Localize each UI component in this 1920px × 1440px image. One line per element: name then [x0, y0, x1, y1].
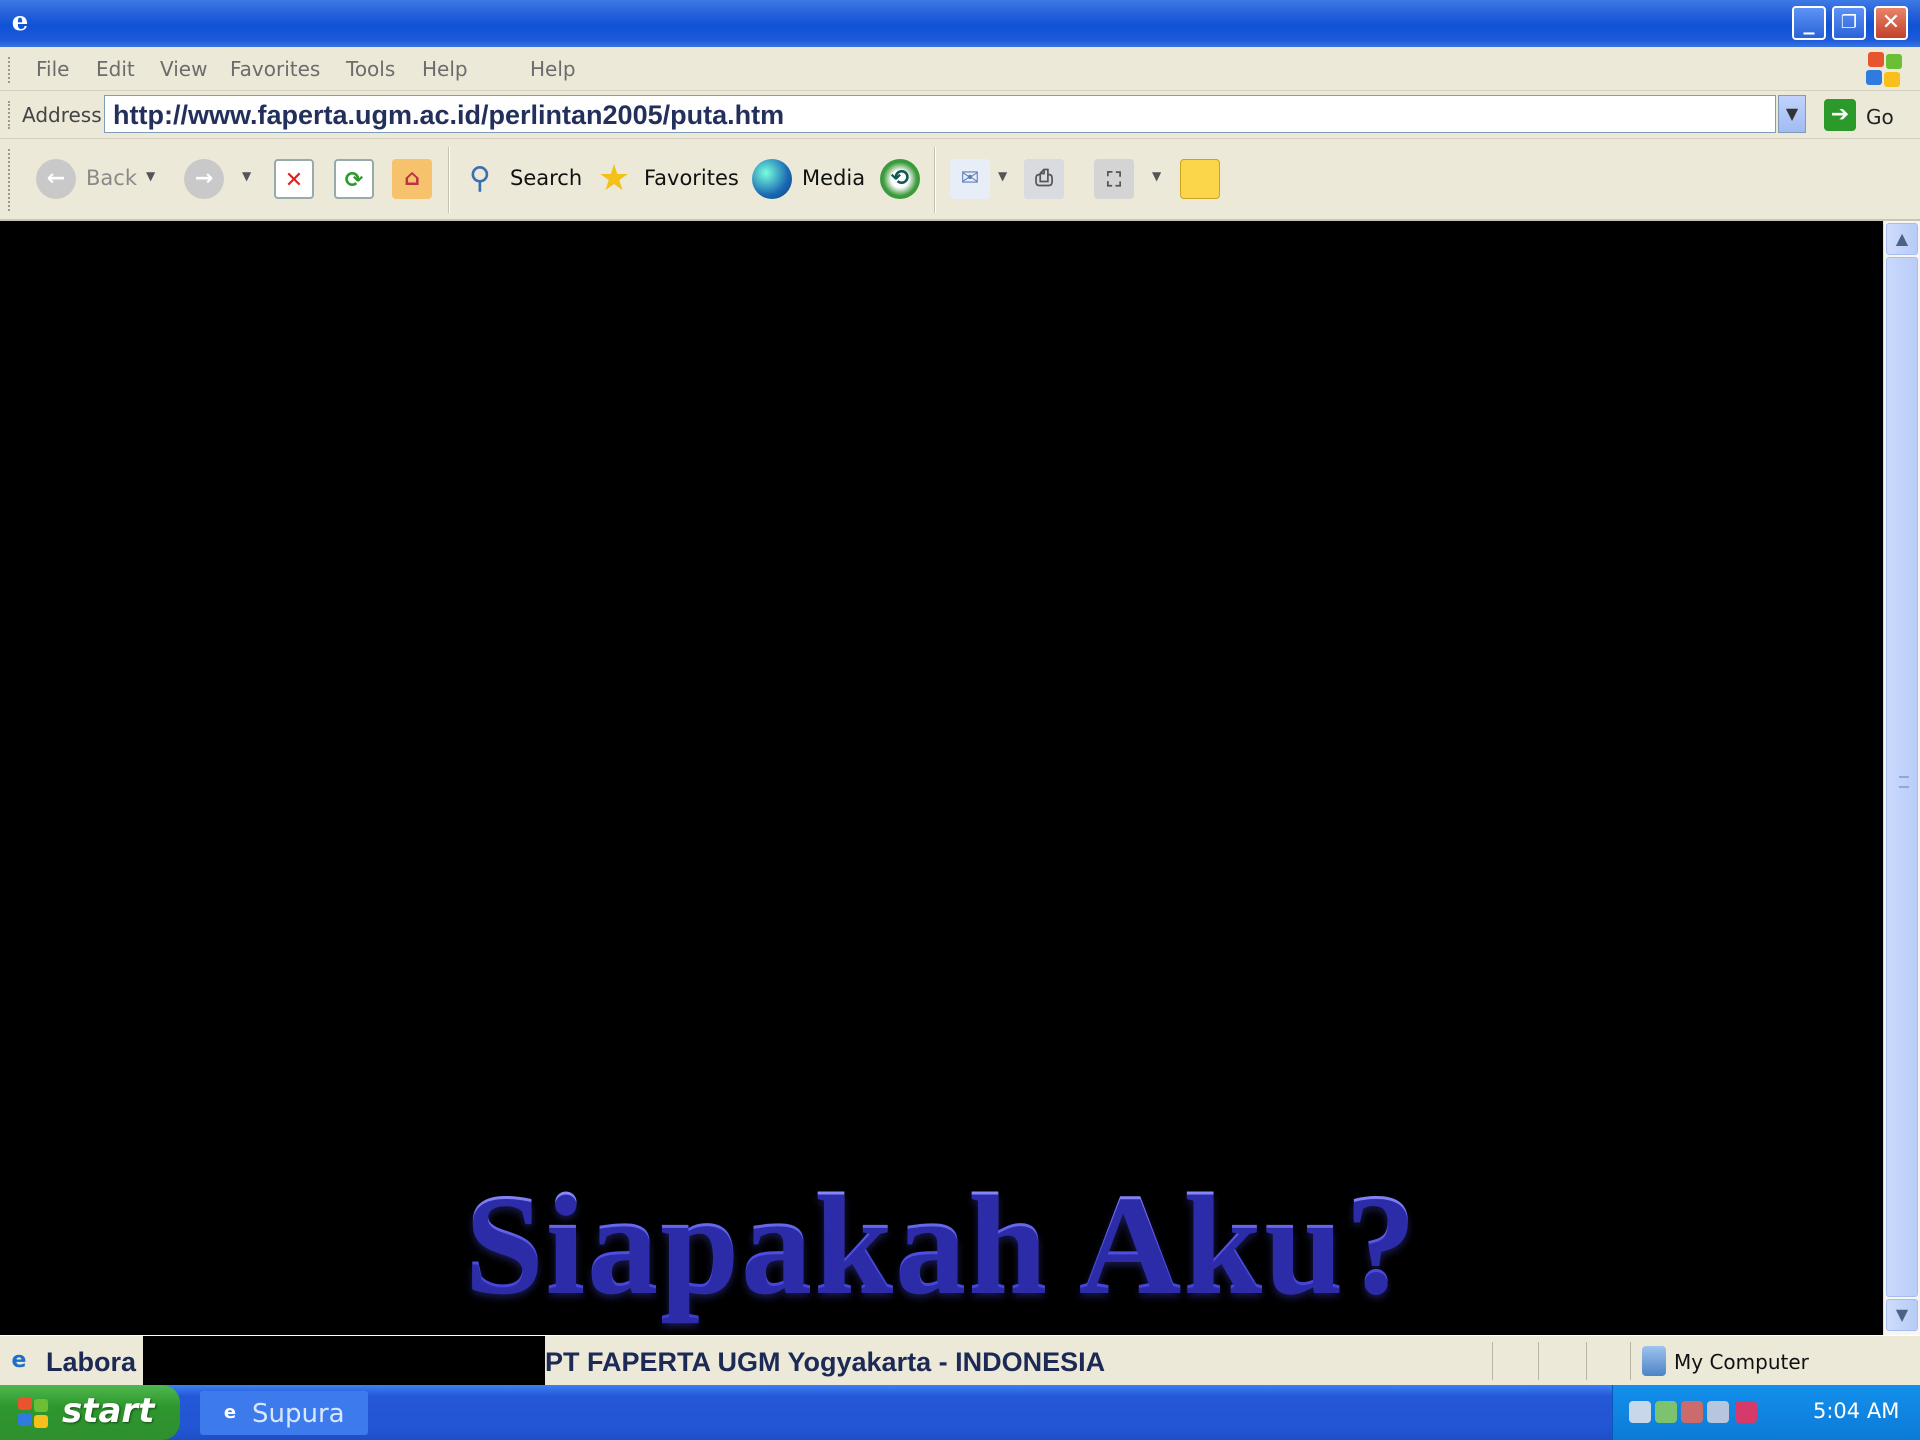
note-icon[interactable] — [1180, 159, 1220, 199]
favorites-button[interactable]: Favorites — [644, 166, 739, 190]
toolbar-separator — [448, 147, 450, 213]
tray-app-icon[interactable] — [1655, 1401, 1677, 1423]
stop-icon[interactable]: ✕ — [274, 159, 314, 199]
toolbar-separator — [934, 147, 936, 213]
address-field[interactable]: http://www.faperta.ugm.ac.id/perlintan20… — [104, 95, 1776, 133]
system-tray: 5:04 AM — [1612, 1385, 1920, 1440]
scroll-thumb[interactable] — [1886, 257, 1918, 1297]
menubar-grip[interactable] — [8, 57, 12, 83]
clock[interactable]: 5:04 AM — [1813, 1399, 1899, 1423]
go-button[interactable]: Go — [1866, 105, 1894, 129]
security-shield-icon[interactable] — [1735, 1401, 1757, 1423]
history-icon[interactable]: ⟲ — [880, 159, 920, 199]
forward-dropdown-icon[interactable]: ▼ — [242, 169, 251, 183]
address-bar: Address http://www.faperta.ugm.ac.id/per… — [0, 91, 1920, 139]
start-button[interactable]: start — [0, 1385, 180, 1440]
tray-monitor-icon[interactable] — [1681, 1401, 1703, 1423]
status-text: PT FAPERTA UGM Yogyakarta - INDONESIA — [545, 1347, 1106, 1377]
network-icon[interactable] — [1629, 1401, 1651, 1423]
go-arrow-icon[interactable]: ➔ — [1824, 99, 1856, 131]
address-label: Address — [22, 103, 102, 127]
search-icon[interactable]: ⚲ — [460, 159, 500, 199]
menu-help-2[interactable]: Help — [530, 57, 576, 81]
windows-logo-icon — [1864, 50, 1904, 88]
page-headline: Siapakah Aku? — [0, 1160, 1883, 1324]
back-button[interactable]: Back — [86, 166, 137, 190]
standard-toolbar: ← Back ▼ → ▼ ✕ ⟳ ⌂ ⚲ Search ★ Favorites … — [0, 139, 1920, 221]
search-button[interactable]: Search — [510, 166, 582, 190]
menu-bar: File Edit View Favorites Tools Help Help — [0, 47, 1920, 91]
start-label[interactable]: start — [62, 1391, 154, 1431]
print-icon[interactable]: ⎙ — [1024, 159, 1064, 199]
page-status-icon: e — [11, 1348, 27, 1373]
menu-tools[interactable]: Tools — [346, 57, 395, 81]
back-dropdown-icon[interactable]: ▼ — [146, 169, 155, 183]
toolbar-grip[interactable] — [8, 149, 12, 211]
refresh-icon[interactable]: ⟳ — [334, 159, 374, 199]
restore-icon[interactable]: ❐ — [1832, 6, 1866, 40]
home-icon[interactable]: ⌂ — [392, 159, 432, 199]
status-text-prefix: Labora — [46, 1347, 137, 1377]
address-url[interactable]: http://www.faperta.ugm.ac.id/perlintan20… — [113, 100, 784, 131]
menu-edit[interactable]: Edit — [96, 57, 135, 81]
internet-explorer-icon: e — [223, 1402, 237, 1423]
menu-view[interactable]: View — [160, 57, 207, 81]
scroll-down-icon[interactable]: ▼ — [1886, 1299, 1918, 1331]
favorites-star-icon[interactable]: ★ — [594, 159, 634, 199]
security-zone-label: My Computer — [1674, 1350, 1809, 1374]
scroll-up-icon[interactable]: ▲ — [1886, 223, 1918, 255]
media-globe-icon[interactable] — [752, 159, 792, 199]
minimize-icon[interactable]: _ — [1792, 6, 1826, 40]
status-divider — [1586, 1342, 1587, 1380]
my-computer-icon — [1642, 1346, 1666, 1376]
forward-arrow-icon[interactable]: → — [184, 159, 224, 199]
media-button[interactable]: Media — [802, 166, 865, 190]
taskbar-window-button[interactable]: e Supura — [200, 1391, 368, 1435]
mail-dropdown-icon[interactable]: ▼ — [998, 169, 1007, 183]
close-icon[interactable]: ✕ — [1874, 6, 1908, 40]
status-divider — [1630, 1342, 1631, 1380]
title-bar[interactable]: e _ ❐ ✕ — [0, 0, 1920, 47]
fullscreen-icon[interactable]: ⛶ — [1094, 159, 1134, 199]
internet-explorer-icon[interactable]: e — [4, 6, 36, 38]
menu-help[interactable]: Help — [422, 57, 468, 81]
taskbar: start e Supura 5:04 AM — [0, 1385, 1920, 1440]
status-divider — [1492, 1342, 1493, 1380]
mail-icon[interactable]: ✉ — [950, 159, 990, 199]
scroll-grip-icon — [1899, 776, 1909, 788]
vertical-scrollbar[interactable]: ▲ ▼ — [1883, 221, 1920, 1335]
taskbar-window-label[interactable]: Supura — [252, 1399, 345, 1429]
status-divider — [1538, 1342, 1539, 1380]
menu-file[interactable]: File — [36, 57, 69, 81]
back-arrow-icon[interactable]: ← — [36, 159, 76, 199]
address-dropdown-icon[interactable]: ▼ — [1778, 95, 1806, 133]
tools-dropdown-icon[interactable]: ▼ — [1152, 169, 1161, 183]
volume-icon[interactable] — [1707, 1401, 1729, 1423]
windows-flag-icon — [18, 1397, 50, 1429]
addressbar-grip[interactable] — [8, 101, 12, 129]
menu-favorites[interactable]: Favorites — [230, 57, 320, 81]
